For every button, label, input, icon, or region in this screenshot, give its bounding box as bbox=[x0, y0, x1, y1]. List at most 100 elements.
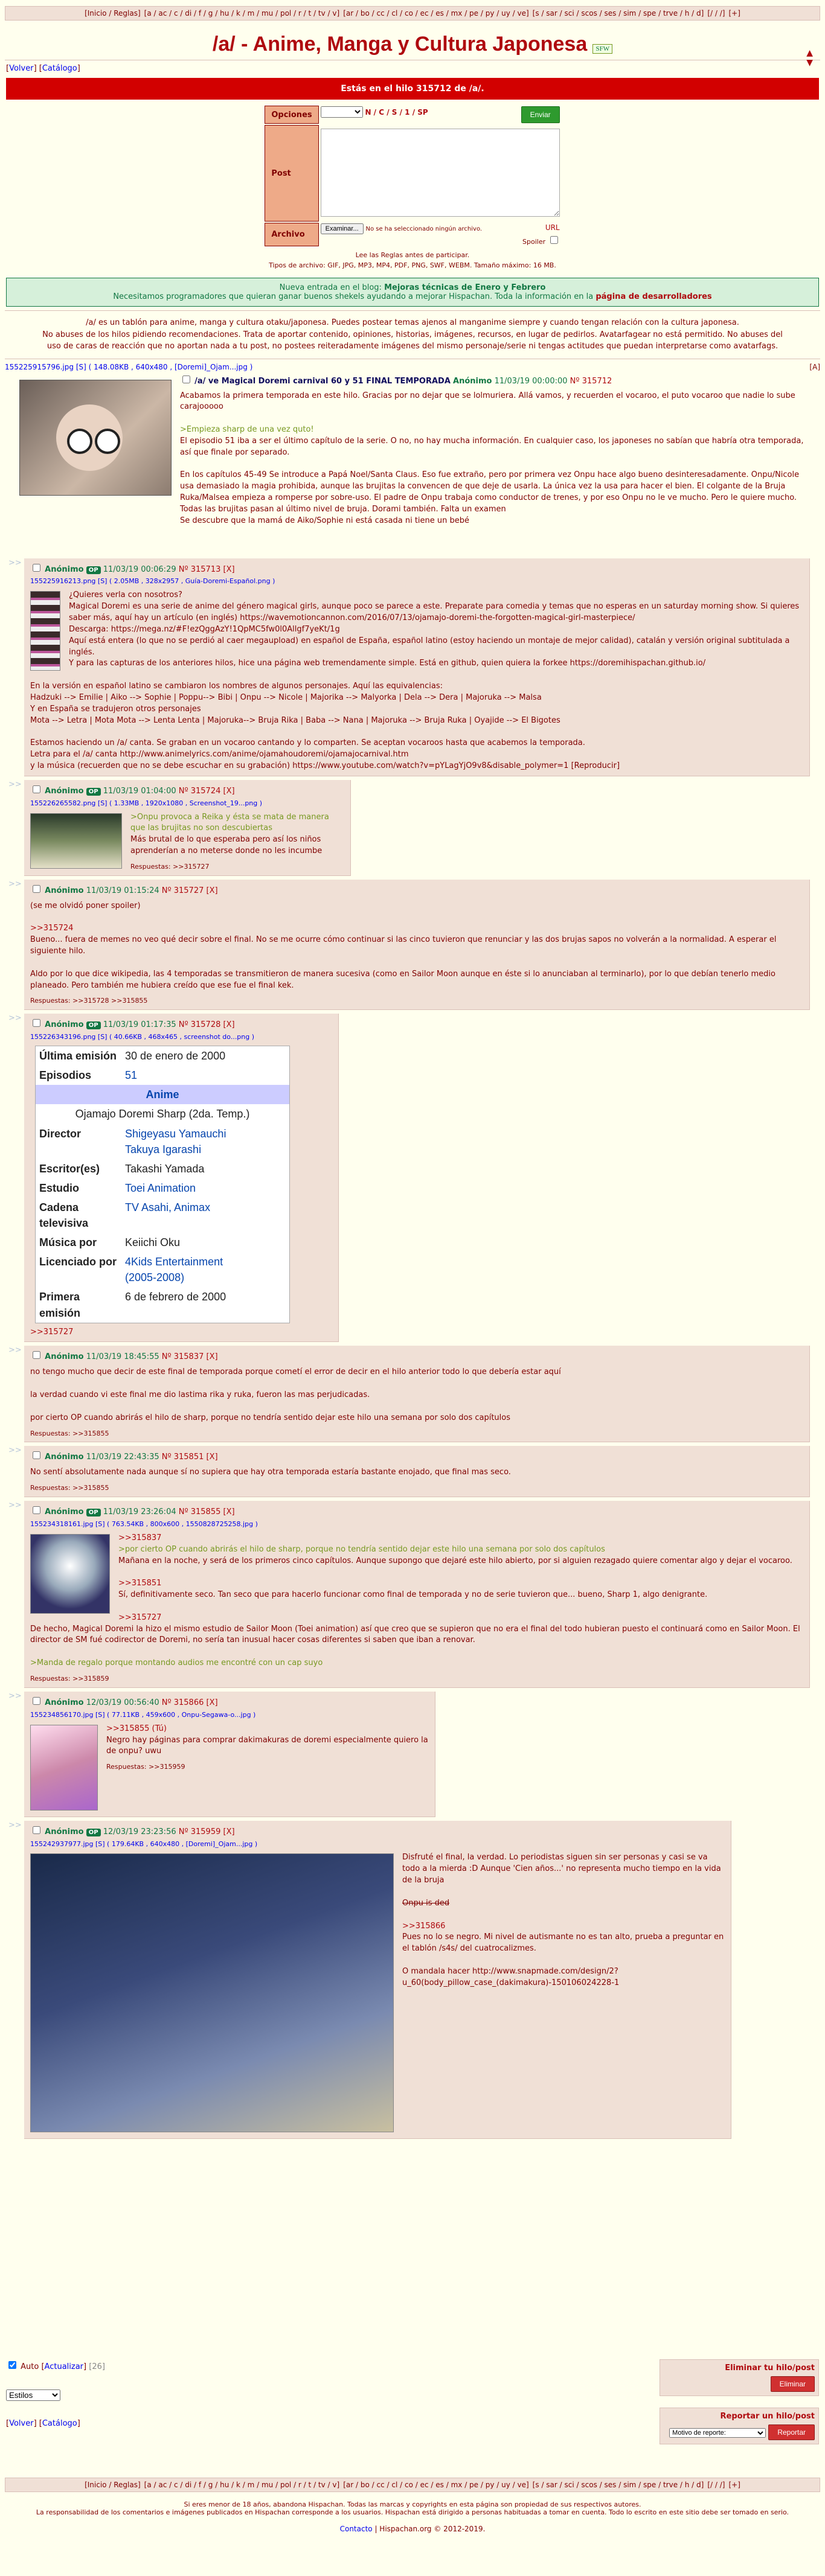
nav-board-link[interactable]: co bbox=[405, 9, 413, 18]
nav-board-link[interactable]: / bbox=[720, 9, 722, 18]
nav-board-link[interactable]: ac bbox=[158, 9, 167, 18]
nav-board-link[interactable]: c bbox=[174, 9, 178, 18]
nav-board-link[interactable]: sci bbox=[565, 2481, 574, 2489]
nav-board-link[interactable]: h bbox=[685, 9, 690, 18]
nav-board-link[interactable]: py bbox=[486, 2481, 495, 2489]
reply-select-checkbox[interactable] bbox=[33, 785, 40, 793]
nav-board-link[interactable]: + bbox=[731, 9, 737, 18]
reply-number[interactable]: Nº 315851 bbox=[162, 1453, 204, 1462]
reply-select-checkbox[interactable] bbox=[33, 1506, 40, 1515]
contact-link[interactable]: Contacto bbox=[340, 2525, 373, 2533]
nav-board-link[interactable]: es bbox=[435, 9, 444, 18]
nav-board-link[interactable]: trve bbox=[663, 9, 678, 18]
nav-board-link[interactable]: sci bbox=[565, 9, 574, 18]
nav-board-link[interactable]: ses bbox=[605, 2481, 617, 2489]
nav-board-link[interactable]: r bbox=[298, 2481, 301, 2489]
nav-board-link[interactable]: sim bbox=[623, 2481, 636, 2489]
reply-thumbnail[interactable] bbox=[30, 1533, 110, 1614]
reply-number[interactable]: Nº 315959 bbox=[179, 1827, 221, 1836]
nav-board-link[interactable]: spe bbox=[643, 2481, 656, 2489]
nav-board-link[interactable]: / bbox=[710, 2481, 713, 2489]
delete-button[interactable]: Eliminar bbox=[770, 2376, 815, 2392]
nav-board-link[interactable]: f bbox=[199, 9, 201, 18]
nav-board-link[interactable]: d bbox=[696, 2481, 701, 2489]
hide-post-icon[interactable]: [X] bbox=[207, 1698, 218, 1707]
nav-board-link[interactable]: ar bbox=[346, 9, 353, 18]
bottom-back-link[interactable]: Volver bbox=[9, 2419, 34, 2428]
nav-board-link[interactable]: tv bbox=[318, 2481, 326, 2489]
nav-board-link[interactable]: sar bbox=[546, 9, 557, 18]
reply-file-link[interactable]: 155234318161.jpg [S] ( 763.54KB , 800x60… bbox=[30, 1520, 258, 1528]
nav-board-link[interactable]: k bbox=[236, 2481, 240, 2489]
reply-backlinks[interactable]: Respuestas: >>315855 bbox=[30, 1429, 803, 1439]
nav-board-link[interactable]: s bbox=[535, 2481, 539, 2489]
reply-number[interactable]: Nº 315728 bbox=[179, 1020, 221, 1029]
nav-board-link[interactable]: tv bbox=[318, 9, 326, 18]
reply-file-link[interactable]: 155234856170.jpg [S] ( 77.11KB , 459x600… bbox=[30, 1711, 255, 1719]
reply-file-link[interactable]: 155242937977.jpg [S] ( 179.64KB , 640x48… bbox=[30, 1840, 257, 1848]
nav-board-link[interactable]: uy bbox=[501, 9, 510, 18]
nav-board-link[interactable]: Reglas bbox=[114, 2481, 138, 2489]
nav-board-link[interactable]: ve bbox=[518, 9, 526, 18]
nav-board-link[interactable]: scos bbox=[581, 2481, 597, 2489]
nav-board-link[interactable]: f bbox=[199, 2481, 201, 2489]
hide-post-icon[interactable]: [X] bbox=[223, 1507, 235, 1517]
op-file-link[interactable]: 155225915796.jpg [S] ( 148.08KB , 640x48… bbox=[5, 363, 252, 371]
hide-post-icon[interactable]: [X] bbox=[207, 1453, 218, 1462]
nav-board-link[interactable]: spe bbox=[643, 9, 656, 18]
nav-board-link[interactable]: mx bbox=[451, 2481, 463, 2489]
auto-update-checkbox[interactable] bbox=[8, 2361, 16, 2369]
nav-board-link[interactable]: ses bbox=[605, 9, 617, 18]
nav-board-link[interactable]: mu bbox=[262, 9, 273, 18]
nav-board-link[interactable]: ar bbox=[346, 2481, 353, 2489]
reply-thumbnail[interactable] bbox=[30, 813, 122, 869]
nav-board-link[interactable]: cl bbox=[391, 9, 397, 18]
nav-board-link[interactable]: g bbox=[208, 9, 213, 18]
reply-file-link[interactable]: 155226343196.png [S] ( 40.66KB , 468x465… bbox=[30, 1033, 254, 1041]
reply-file-link[interactable]: 155226265582.png [S] ( 1.33MB , 1920x108… bbox=[30, 799, 262, 807]
reply-select-checkbox[interactable] bbox=[33, 1351, 40, 1360]
reply-number[interactable]: Nº 315855 bbox=[179, 1507, 221, 1517]
nav-board-link[interactable]: bo bbox=[361, 2481, 370, 2489]
nav-board-link[interactable]: Inicio bbox=[88, 2481, 107, 2489]
report-reason-select[interactable]: Motivo de reporte: bbox=[669, 2428, 766, 2438]
nav-board-link[interactable]: c bbox=[174, 2481, 178, 2489]
bottom-catalog-link[interactable]: Catálogo bbox=[42, 2419, 77, 2428]
reply-msg-line[interactable]: >>315724 bbox=[30, 923, 803, 935]
nav-board-link[interactable]: cc bbox=[377, 9, 385, 18]
nav-board-link[interactable]: sim bbox=[623, 9, 636, 18]
post-textarea[interactable] bbox=[320, 128, 560, 217]
blog-link[interactable]: Mejoras técnicas de Enero y Febrero bbox=[384, 283, 545, 292]
nav-board-link[interactable]: co bbox=[405, 2481, 413, 2489]
nav-board-link[interactable]: v bbox=[332, 9, 336, 18]
reply-select-checkbox[interactable] bbox=[33, 1826, 40, 1834]
reply-number[interactable]: Nº 315837 bbox=[162, 1352, 204, 1361]
nav-board-link[interactable]: hu bbox=[220, 2481, 229, 2489]
nav-board-link[interactable]: t bbox=[309, 9, 312, 18]
scroll-up-icon[interactable]: ▲ bbox=[806, 48, 813, 58]
scroll-down-icon[interactable]: ▼ bbox=[806, 58, 813, 68]
nav-board-link[interactable]: pe bbox=[469, 9, 478, 18]
nav-board-link[interactable]: a bbox=[147, 2481, 151, 2489]
op-number[interactable]: Nº 315712 bbox=[570, 377, 612, 386]
style-select[interactable]: Estilos bbox=[6, 2389, 60, 2401]
hide-post-icon[interactable]: [X] bbox=[223, 1827, 235, 1836]
nav-board-link[interactable]: a bbox=[147, 9, 151, 18]
reply-msg-line[interactable]: >>315851 bbox=[30, 1578, 803, 1590]
reply-thumbnail[interactable] bbox=[30, 591, 60, 671]
reply-select-checkbox[interactable] bbox=[33, 1451, 40, 1460]
reply-msg-line[interactable]: >>315837 bbox=[30, 1533, 803, 1544]
reply-select-checkbox[interactable] bbox=[33, 1019, 40, 1028]
reply-number[interactable]: Nº 315724 bbox=[179, 787, 221, 796]
nav-board-link[interactable]: ve bbox=[518, 2481, 526, 2489]
nav-board-link[interactable]: Inicio bbox=[88, 9, 107, 18]
nav-board-link[interactable]: scos bbox=[581, 9, 597, 18]
reply-select-checkbox[interactable] bbox=[33, 563, 40, 572]
submit-button[interactable]: Enviar bbox=[521, 106, 560, 123]
hide-post-icon[interactable]: [X] bbox=[207, 886, 218, 895]
reply-msg-line[interactable]: >>315727 bbox=[30, 1327, 332, 1338]
browse-button[interactable]: Examinar... bbox=[320, 223, 364, 234]
hide-thread-icon[interactable]: [A] bbox=[809, 363, 820, 371]
nav-board-link[interactable]: trve bbox=[663, 2481, 678, 2489]
nav-board-link[interactable]: mu bbox=[262, 2481, 273, 2489]
